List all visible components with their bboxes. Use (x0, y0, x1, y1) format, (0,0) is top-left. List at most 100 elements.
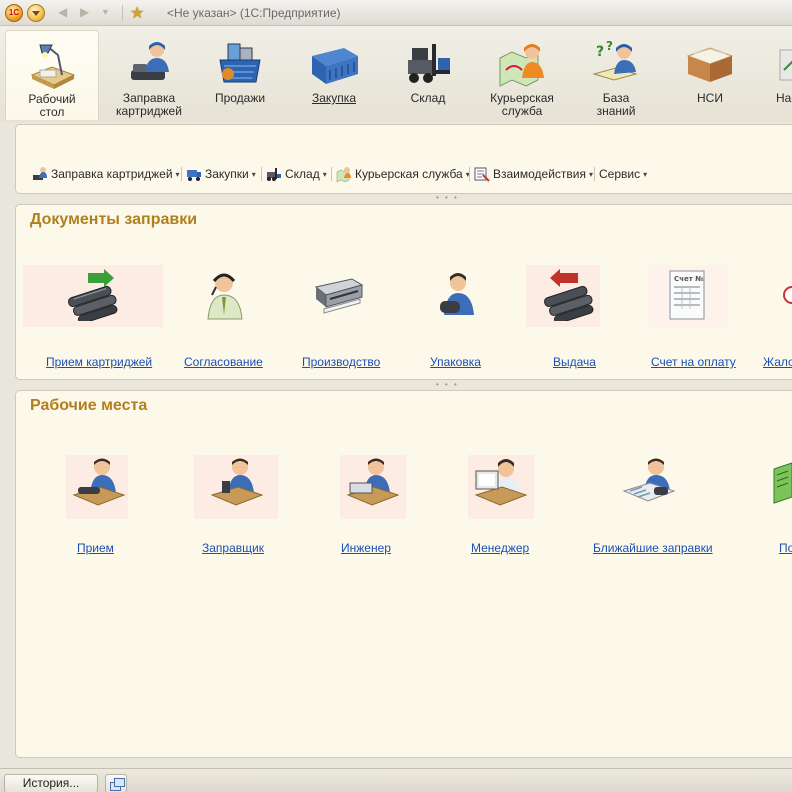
cmd-separator (331, 167, 332, 181)
section-label: Рабочий стол (28, 92, 76, 119)
knowledge-base-icon: ? ? (592, 40, 638, 81)
splitter-handle[interactable]: • • • (436, 380, 459, 389)
cartridge-refill-icon (131, 42, 169, 80)
dropdown-arrow-icon: ▾ (251, 169, 256, 179)
history-button[interactable]: История... (4, 774, 98, 792)
panel-title: Документы заправки (30, 211, 198, 228)
cmd-interactions[interactable]: Взаимодействия ▾ (474, 165, 593, 183)
operator-headset-icon[interactable] (194, 269, 250, 321)
cartridge-refill-icon (33, 167, 47, 180)
packer-icon[interactable] (428, 269, 484, 321)
complaint-icon[interactable] (778, 269, 792, 321)
section-sales[interactable]: Продажи (198, 30, 282, 120)
section-label: Курьерская служба (490, 91, 554, 118)
section-label: Нас (776, 91, 792, 105)
dropdown-arrow-icon: ▾ (589, 169, 594, 179)
cmd-cartridge-refill[interactable]: Заправка картриджей ▾ (32, 165, 180, 183)
section-label: Заправка картриджей (116, 91, 182, 118)
title-separator (122, 5, 123, 21)
status-bar: История... (0, 768, 792, 792)
main-menu-icon[interactable] (27, 4, 45, 22)
cmd-separator (469, 167, 470, 181)
doc-link-invoice[interactable]: Счет на оплату (651, 355, 736, 369)
doc-link-cartridge-reception[interactable]: Прием картриджей (46, 355, 152, 369)
cartridge-out-icon[interactable] (542, 269, 598, 321)
cmd-service[interactable]: Сервис ▾ (599, 165, 647, 183)
documents-panel: Документы заправки Прием картриджей Согл… (15, 204, 792, 380)
cmd-label: Заправка картриджей (51, 167, 173, 181)
section-settings[interactable]: Нас (762, 30, 792, 120)
back-arrow-icon[interactable]: ◀ (58, 5, 67, 19)
reception-worker-icon[interactable] (70, 457, 126, 509)
cmd-label: Склад (285, 167, 320, 181)
svg-text:?: ? (596, 44, 604, 60)
workplace-link-nearest-refills[interactable]: Ближайшие заправки (593, 541, 713, 555)
reference-box-icon (686, 47, 734, 82)
command-bar: Заправка картриджей ▾ Закупки ▾ Склад ▾ … (15, 124, 792, 194)
splitter-handle[interactable]: • • • (436, 193, 459, 202)
section-desktop[interactable]: Рабочий стол (5, 30, 99, 120)
dropdown-arrow-icon: ▾ (322, 169, 327, 179)
forward-arrow-icon[interactable]: ▶ (80, 5, 89, 19)
cmd-separator (594, 167, 595, 181)
dropdown-arrow-icon: ▾ (643, 169, 648, 179)
window-title: <Не указан> (1С:Предприятие) (167, 6, 341, 20)
workplace-link-manager[interactable]: Менеджер (471, 541, 529, 555)
doc-link-approval[interactable]: Согласование (184, 355, 263, 369)
section-cartridge-refill[interactable]: Заправка картриджей (105, 30, 193, 120)
section-label: Продажи (214, 91, 266, 105)
cmd-label: Курьерская служба (355, 167, 463, 181)
doc-link-complaint[interactable]: Жало (763, 355, 792, 369)
printer-icon[interactable] (310, 269, 366, 321)
nearest-refills-icon[interactable] (620, 457, 676, 509)
warehouse-forklift-icon (408, 44, 450, 83)
section-reference-data[interactable]: НСИ (668, 30, 752, 120)
workplace-link-report[interactable]: По (779, 541, 792, 555)
title-bar: 1С ◀ ▶ ▼ ★ <Не указан> (1С:Предприятие) (0, 0, 792, 26)
cartridge-in-icon[interactable] (66, 269, 122, 321)
section-purchase[interactable]: Закупка (292, 30, 376, 120)
cmd-purchases[interactable]: Закупки ▾ (186, 165, 256, 183)
engineer-worker-icon[interactable] (344, 457, 400, 509)
nav-dropdown-icon[interactable]: ▼ (101, 7, 110, 17)
section-label: НСИ (697, 91, 723, 105)
section-label: Склад (410, 91, 446, 105)
section-knowledge-base[interactable]: ? ? База знаний (574, 30, 658, 120)
courier-map-icon (499, 44, 544, 87)
doc-link-issue[interactable]: Выдача (553, 355, 596, 369)
section-courier[interactable]: Курьерская служба (478, 30, 566, 120)
cmd-courier[interactable]: Курьерская служба ▾ (336, 165, 470, 183)
sales-basket-icon (219, 43, 261, 83)
invoice-icon[interactable]: Счет № (660, 269, 716, 321)
doc-link-production[interactable]: Производство (302, 355, 380, 369)
cmd-label: Закупки (205, 167, 249, 181)
section-label: База знаний (596, 91, 636, 118)
workplace-link-refiller[interactable]: Заправщик (202, 541, 264, 555)
report-icon[interactable] (772, 457, 792, 509)
dropdown-arrow-icon: ▾ (175, 169, 180, 179)
workplace-link-engineer[interactable]: Инженер (341, 541, 391, 555)
cmd-warehouse[interactable]: Склад ▾ (266, 165, 327, 183)
doc-link-packing[interactable]: Упаковка (430, 355, 481, 369)
panel-title: Рабочие места (30, 397, 148, 414)
1c-logo-icon[interactable]: 1С (5, 4, 23, 22)
favorites-star-icon[interactable]: ★ (130, 3, 144, 23)
svg-text:?: ? (606, 40, 613, 53)
workplaces-panel: Рабочие места Прием Заправщик Инженер Ме… (15, 390, 792, 758)
manager-worker-icon[interactable] (472, 457, 528, 509)
warehouse-forklift-icon (267, 168, 281, 181)
sections-panel: Рабочий стол Заправка картриджей Продажи (0, 26, 792, 122)
section-warehouse[interactable]: Склад (386, 30, 470, 120)
settings-icon (779, 49, 792, 81)
section-label: Закупка (312, 91, 356, 105)
courier-map-icon (336, 167, 351, 182)
windows-list-icon[interactable] (105, 774, 127, 792)
interaction-icon (474, 167, 490, 182)
cmd-label: Сервис (599, 167, 641, 181)
purchase-container-icon (312, 48, 358, 84)
workplace-link-reception[interactable]: Прием (77, 541, 114, 555)
cmd-label: Взаимодействия (493, 167, 586, 181)
purchase-truck-icon (187, 170, 201, 181)
cmd-separator (181, 167, 182, 181)
refiller-worker-icon[interactable] (208, 457, 264, 509)
